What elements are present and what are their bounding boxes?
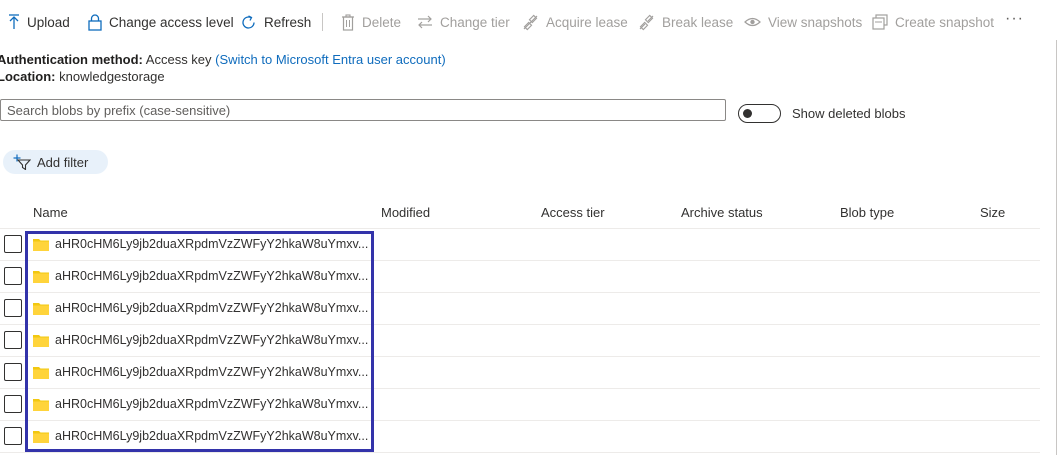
acquire-lease-button[interactable]: Acquire lease — [522, 12, 628, 32]
column-header-archive-status[interactable]: Archive status — [681, 205, 763, 220]
link-icon — [523, 14, 538, 30]
row-checkbox[interactable] — [4, 363, 22, 381]
add-filter-button[interactable]: Add filter — [3, 150, 108, 174]
eye-icon — [744, 17, 761, 27]
row-checkbox[interactable] — [4, 427, 22, 445]
toolbar-divider — [322, 13, 323, 31]
blob-name[interactable]: aHR0cHM6Ly9jb2duaXRpdmVzZWFyY2hkaW8uYmxv… — [55, 429, 368, 443]
toggle-knob — [743, 109, 752, 118]
column-header-access-tier[interactable]: Access tier — [541, 205, 605, 220]
show-deleted-toggle[interactable] — [738, 104, 781, 123]
add-filter-label: Add filter — [37, 154, 89, 170]
upload-label: Upload — [27, 14, 70, 30]
refresh-label: Refresh — [264, 14, 312, 30]
view-snapshots-button[interactable]: View snapshots — [744, 12, 862, 32]
blob-name[interactable]: aHR0cHM6Ly9jb2duaXRpdmVzZWFyY2hkaW8uYmxv… — [55, 237, 368, 251]
refresh-icon — [242, 14, 255, 29]
create-snapshot-button[interactable]: Create snapshot — [872, 12, 994, 32]
location-label: Location: — [0, 69, 56, 84]
table-row[interactable]: aHR0cHM6Ly9jb2duaXRpdmVzZWFyY2hkaW8uYmxv… — [0, 293, 1040, 325]
table-row[interactable]: aHR0cHM6Ly9jb2duaXRpdmVzZWFyY2hkaW8uYmxv… — [0, 357, 1040, 389]
broken-link-icon — [639, 14, 654, 30]
row-checkbox[interactable] — [4, 331, 22, 349]
view-snapshots-label: View snapshots — [768, 14, 863, 30]
filter-add-icon — [13, 154, 31, 170]
blob-name[interactable]: aHR0cHM6Ly9jb2duaXRpdmVzZWFyY2hkaW8uYmxv… — [55, 365, 368, 379]
break-lease-button[interactable]: Break lease — [638, 12, 733, 32]
upload-icon — [9, 14, 19, 29]
lock-icon — [88, 13, 102, 31]
folder-icon — [33, 399, 49, 411]
change-tier-button[interactable]: Change tier — [417, 12, 510, 32]
scrollbar-track[interactable] — [1056, 40, 1057, 455]
blob-name[interactable]: aHR0cHM6Ly9jb2duaXRpdmVzZWFyY2hkaW8uYmxv… — [55, 397, 368, 411]
table-row[interactable]: aHR0cHM6Ly9jb2duaXRpdmVzZWFyY2hkaW8uYmxv… — [0, 389, 1040, 421]
blob-name[interactable]: aHR0cHM6Ly9jb2duaXRpdmVzZWFyY2hkaW8uYmxv… — [55, 333, 368, 347]
row-checkbox[interactable] — [4, 299, 22, 317]
refresh-button[interactable]: Refresh — [240, 12, 311, 32]
column-header-modified[interactable]: Modified — [381, 205, 430, 220]
break-lease-label: Break lease — [662, 14, 734, 30]
row-checkbox[interactable] — [4, 235, 22, 253]
folder-icon — [33, 431, 49, 443]
show-deleted-label: Show deleted blobs — [792, 106, 906, 121]
blob-name[interactable]: aHR0cHM6Ly9jb2duaXRpdmVzZWFyY2hkaW8uYmxv… — [55, 301, 368, 315]
table-row[interactable]: aHR0cHM6Ly9jb2duaXRpdmVzZWFyY2hkaW8uYmxv… — [0, 261, 1040, 293]
swap-arrows-icon — [418, 15, 432, 29]
location-line: Location: knowledgestorage — [0, 69, 165, 84]
search-input[interactable] — [0, 99, 726, 121]
column-header-size[interactable]: Size — [980, 205, 1005, 220]
trash-icon — [342, 13, 354, 31]
create-snapshot-label: Create snapshot — [895, 14, 995, 30]
column-header-name[interactable]: Name — [33, 205, 68, 220]
column-header-blob-type[interactable]: Blob type — [840, 205, 894, 220]
snapshot-icon — [872, 14, 888, 30]
folder-icon — [33, 303, 49, 315]
folder-icon — [33, 335, 49, 347]
table-row[interactable]: aHR0cHM6Ly9jb2duaXRpdmVzZWFyY2hkaW8uYmxv… — [0, 229, 1040, 261]
row-checkbox[interactable] — [4, 395, 22, 413]
folder-icon — [33, 367, 49, 379]
row-checkbox[interactable] — [4, 267, 22, 285]
blob-name[interactable]: aHR0cHM6Ly9jb2duaXRpdmVzZWFyY2hkaW8uYmxv… — [55, 269, 368, 283]
location-value: knowledgestorage — [59, 69, 165, 84]
table-row[interactable]: aHR0cHM6Ly9jb2duaXRpdmVzZWFyY2hkaW8uYmxv… — [0, 421, 1040, 453]
authentication-method-line: Authentication method: Access key (Switc… — [0, 52, 446, 67]
more-options-button[interactable]: ··· — [1005, 10, 1024, 28]
delete-button[interactable]: Delete — [341, 12, 401, 32]
acquire-lease-label: Acquire lease — [546, 14, 628, 30]
change-tier-label: Change tier — [440, 14, 510, 30]
delete-label: Delete — [362, 14, 402, 30]
upload-button[interactable]: Upload — [8, 12, 70, 32]
command-bar: Upload Change access level Refresh Delet… — [0, 0, 1064, 44]
switch-auth-link[interactable]: (Switch to Microsoft Entra user account) — [215, 52, 445, 67]
change-access-level-button[interactable]: Change access level — [88, 12, 234, 32]
table-row[interactable]: aHR0cHM6Ly9jb2duaXRpdmVzZWFyY2hkaW8uYmxv… — [0, 325, 1040, 357]
change-access-level-label: Change access level — [109, 14, 234, 30]
auth-method-label: Authentication method: — [0, 52, 143, 67]
folder-icon — [33, 239, 49, 251]
folder-icon — [33, 271, 49, 283]
auth-method-value: Access key — [145, 52, 212, 67]
